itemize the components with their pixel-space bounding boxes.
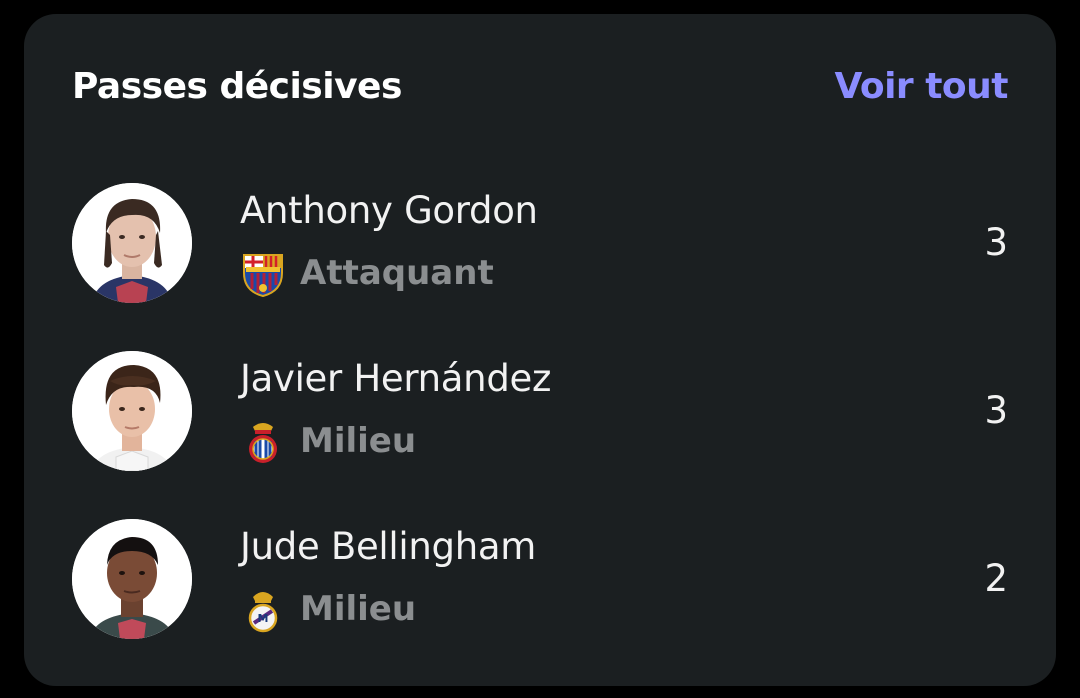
- player-position: Milieu: [300, 421, 417, 461]
- see-all-link[interactable]: Voir tout: [834, 66, 1008, 107]
- player-row[interactable]: Anthony Gordon Attaquant 3: [24, 183, 1056, 323]
- rcd-espanyol-crest-icon: [242, 419, 284, 465]
- assists-value: 3: [984, 221, 1008, 264]
- player-name: Javier Hernández: [240, 357, 552, 400]
- svg-text:M: M: [258, 612, 269, 625]
- player-avatar: [72, 519, 192, 639]
- player-row[interactable]: Jude Bellingham M Milieu 2: [24, 519, 1056, 659]
- card-title: Passes décisives: [72, 66, 402, 107]
- player-position: Milieu: [300, 589, 417, 629]
- fc-barcelona-crest-icon: [242, 251, 284, 298]
- player-avatar: [72, 351, 192, 471]
- player-name: Anthony Gordon: [240, 189, 538, 232]
- player-name: Jude Bellingham: [240, 525, 536, 568]
- assists-card: Passes décisives Voir tout Anthony Gordo…: [24, 14, 1056, 686]
- real-madrid-crest-icon: M: [242, 587, 284, 633]
- assists-value: 2: [984, 557, 1008, 600]
- assists-value: 3: [984, 389, 1008, 432]
- player-avatar: [72, 183, 192, 303]
- player-row[interactable]: Javier Hernández Milieu 3: [24, 351, 1056, 491]
- player-position: Attaquant: [300, 253, 494, 293]
